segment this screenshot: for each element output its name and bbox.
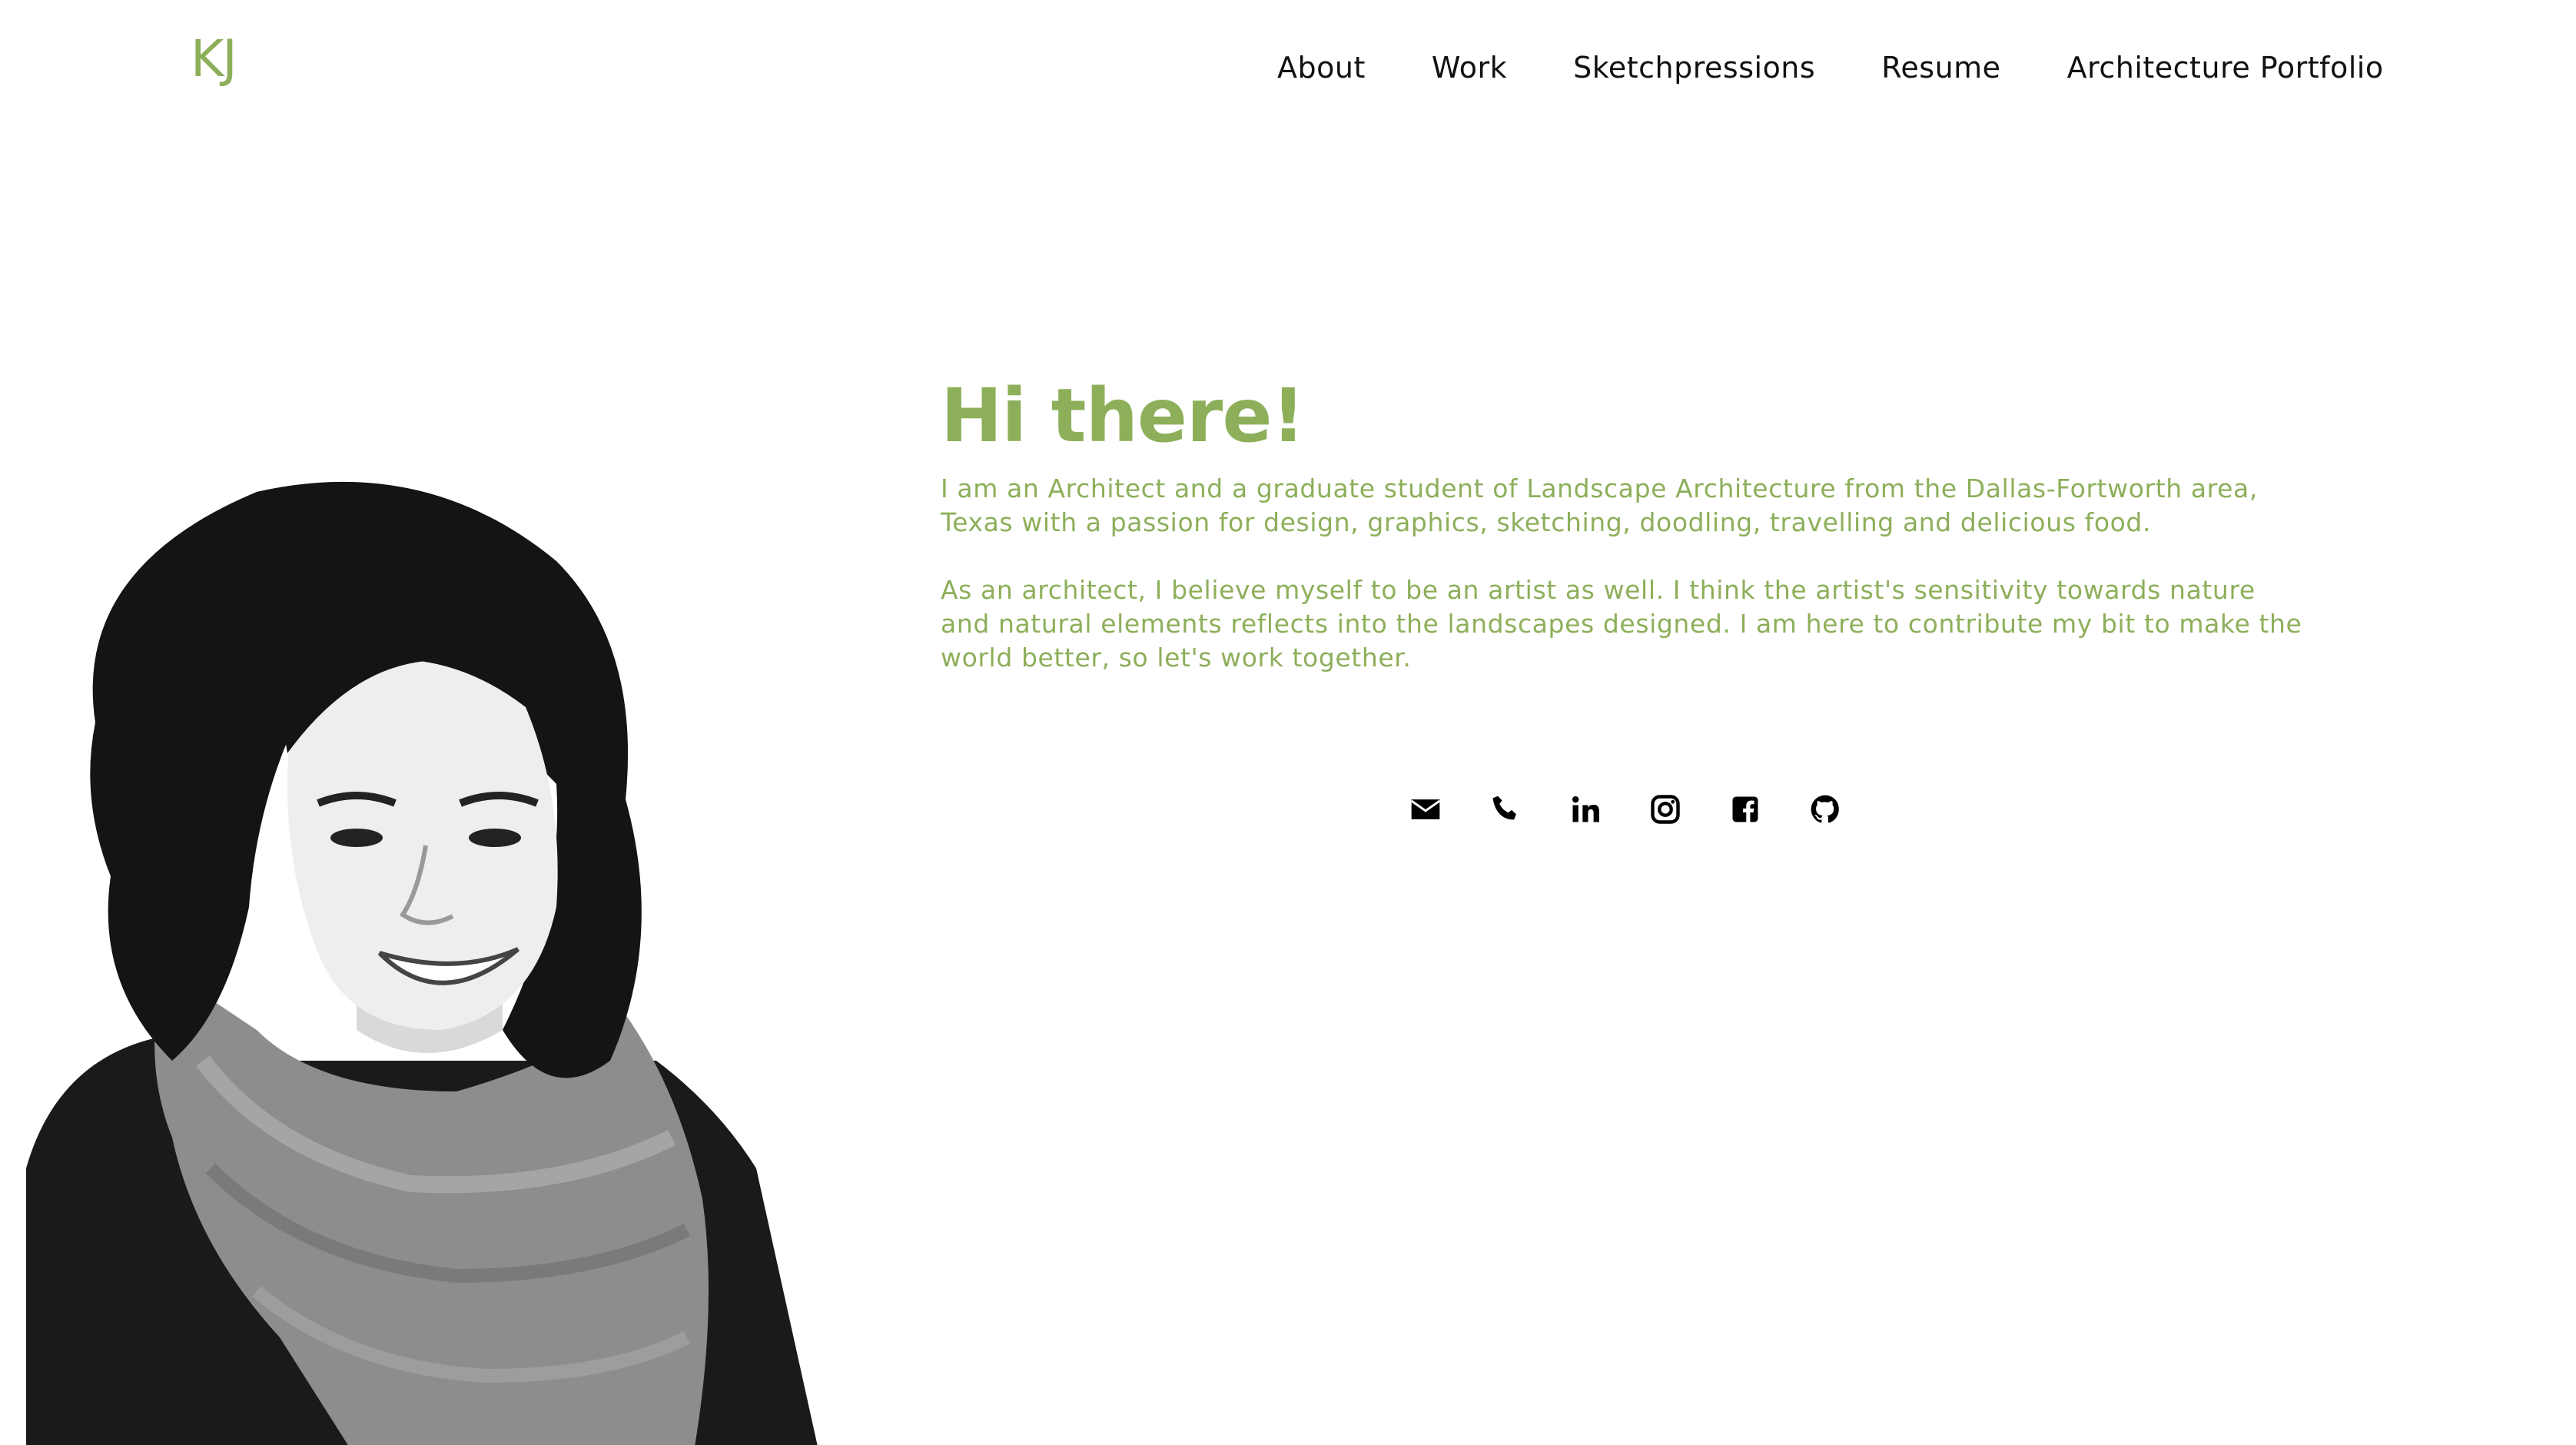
portrait-photo <box>26 477 864 1445</box>
instagram-icon[interactable] <box>1646 790 1685 829</box>
nav-item-architecture-portfolio[interactable]: Architecture Portfolio <box>2067 51 2384 85</box>
site-logo[interactable]: KJ <box>191 29 237 88</box>
intro-section: Hi there! I am an Architect and a gradua… <box>941 373 2309 675</box>
facebook-icon[interactable] <box>1726 790 1764 829</box>
intro-paragraph-1: I am an Architect and a graduate student… <box>941 473 2258 537</box>
github-icon[interactable] <box>1806 790 1844 829</box>
greeting-heading: Hi there! <box>941 373 1305 459</box>
nav-item-resume[interactable]: Resume <box>1881 51 2000 85</box>
nav-item-about[interactable]: About <box>1277 51 1366 85</box>
intro-paragraph-2: As an architect, I believe myself to be … <box>941 574 2302 673</box>
page: KJ About Work Sketchpressions Resume Arc… <box>0 0 2576 1445</box>
nav-item-sketchpressions[interactable]: Sketchpressions <box>1573 51 1815 85</box>
nav-item-work[interactable]: Work <box>1432 51 1507 85</box>
phone-icon[interactable] <box>1486 790 1525 829</box>
main-nav: About Work Sketchpressions Resume Archit… <box>1277 51 2384 85</box>
social-links <box>1406 790 1844 829</box>
linkedin-icon[interactable] <box>1566 790 1605 829</box>
envelope-icon[interactable] <box>1406 790 1445 829</box>
